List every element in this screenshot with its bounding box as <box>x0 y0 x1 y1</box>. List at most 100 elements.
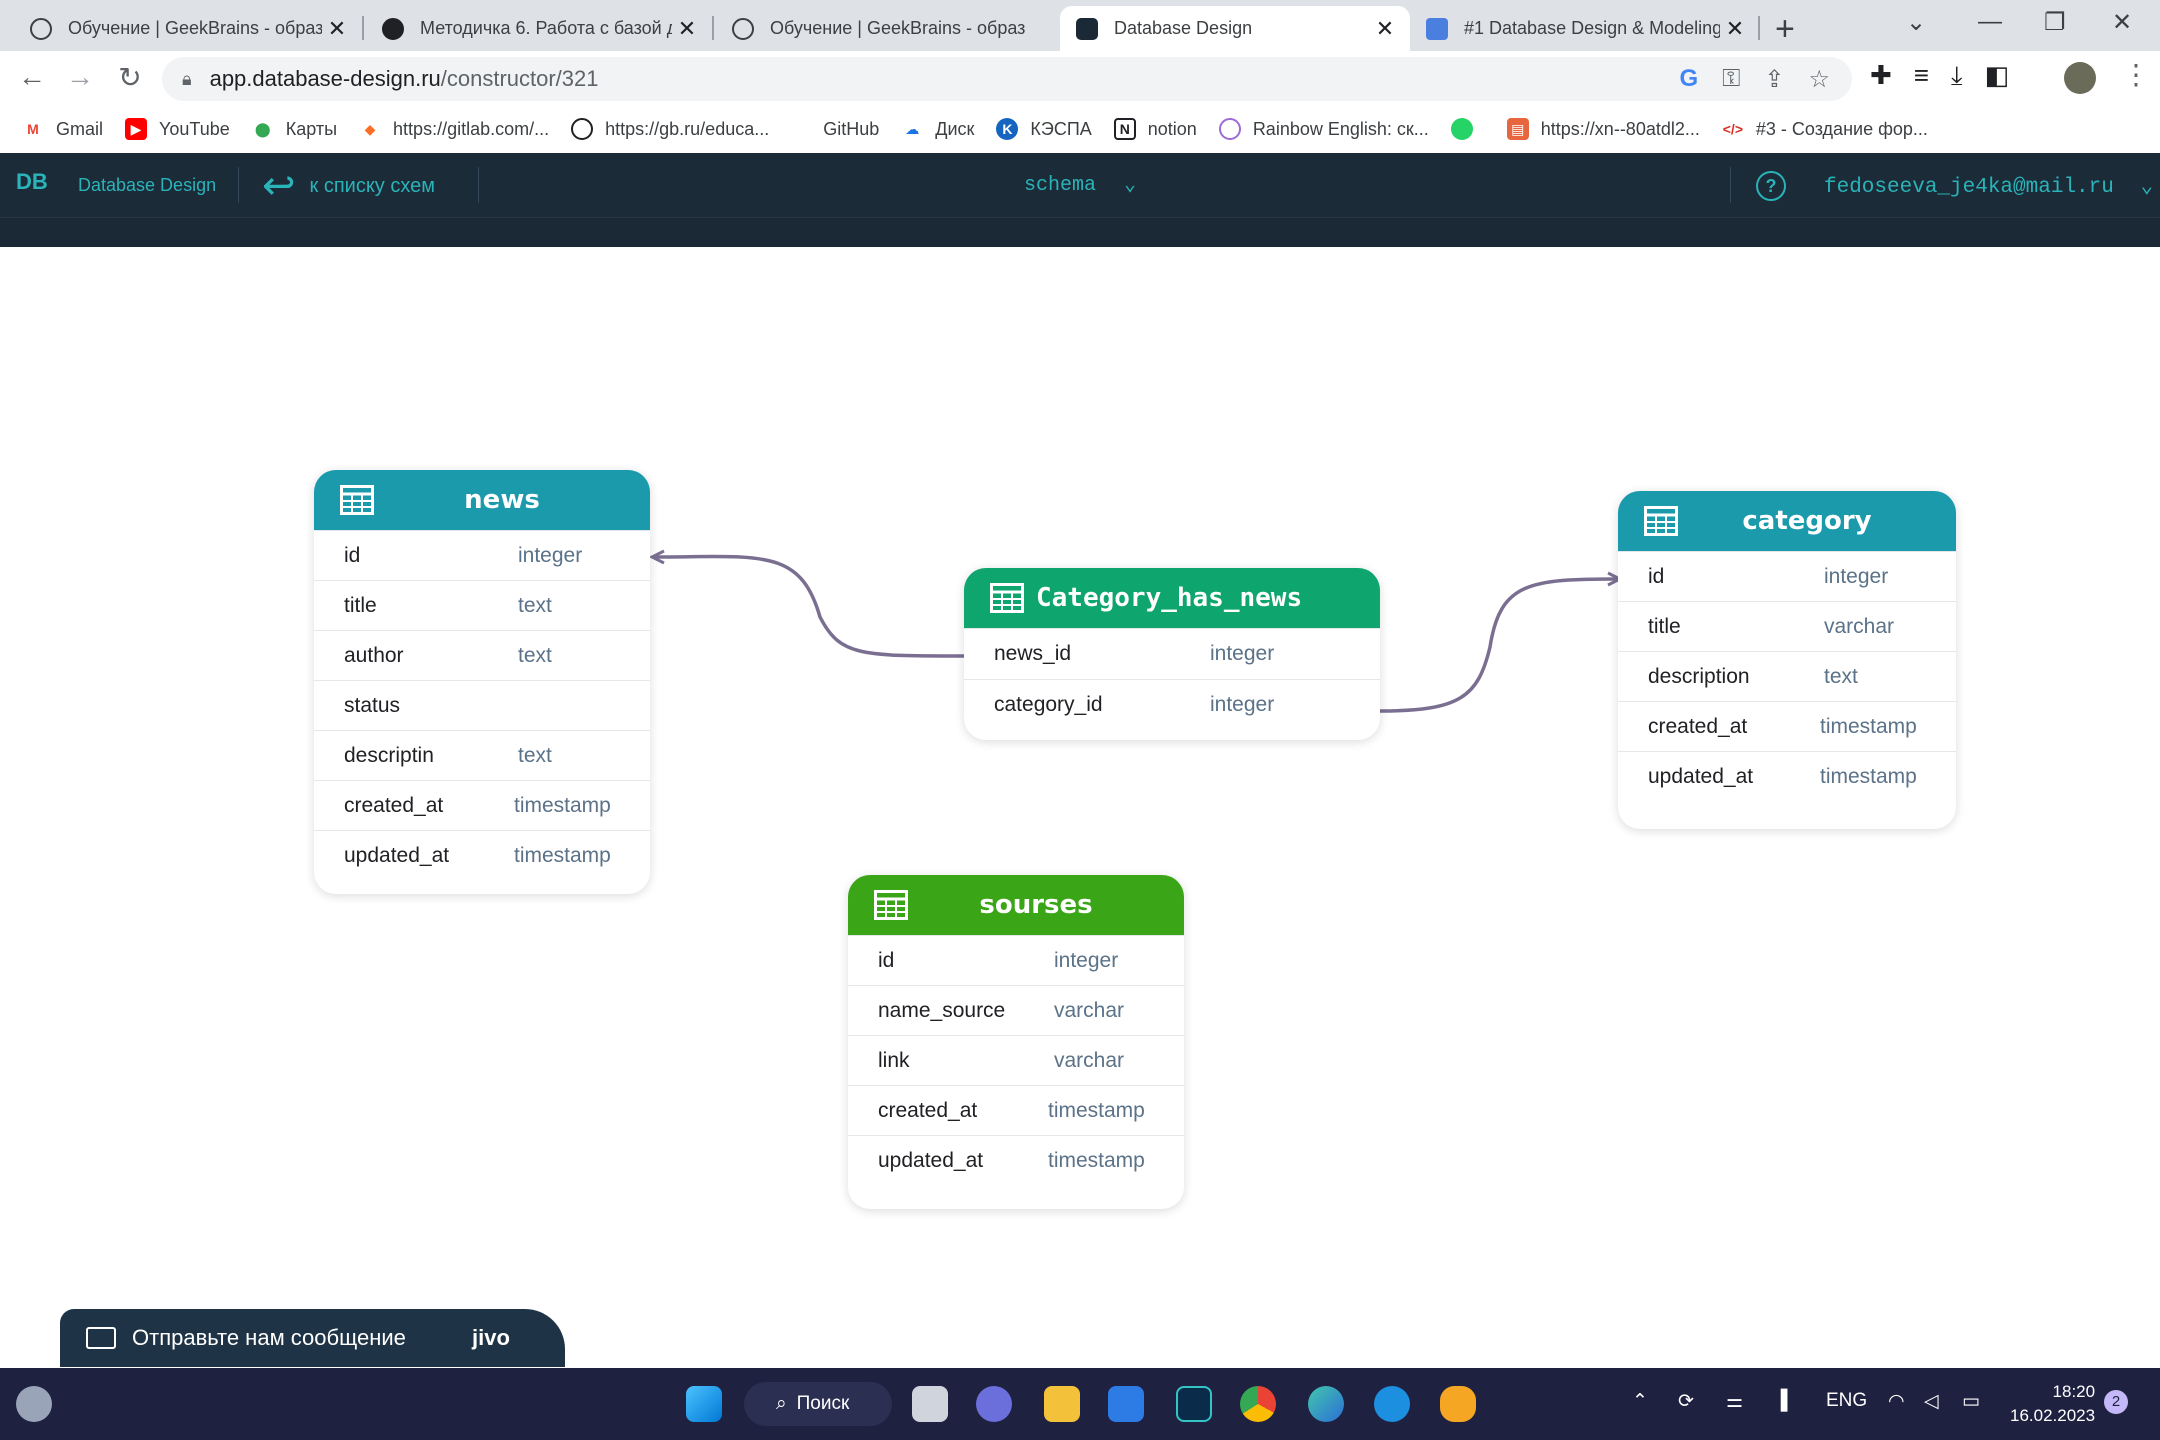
taskbar-search[interactable]: ⌕ Поиск <box>744 1382 892 1426</box>
file-explorer-icon[interactable] <box>1044 1386 1080 1422</box>
column-row[interactable]: updated_at timestamp <box>314 830 650 880</box>
column-row[interactable]: news_id integer <box>964 628 1380 679</box>
webstorm-icon[interactable] <box>1176 1386 1212 1422</box>
forward-arrow-icon[interactable]: → <box>62 61 98 93</box>
store-icon[interactable] <box>1108 1386 1144 1422</box>
sync-icon[interactable]: ⟳ <box>1678 1390 1694 1413</box>
column-row[interactable]: author text <box>314 630 650 680</box>
table-header[interactable]: sourses <box>848 875 1184 935</box>
media-control-icon[interactable]: ≡ <box>1914 60 1929 92</box>
column-row[interactable]: description text <box>1618 651 1956 701</box>
teams-chat-icon[interactable] <box>976 1386 1012 1422</box>
browser-tab[interactable]: Обучение | GeekBrains - образ ✕ <box>0 6 362 51</box>
tab-search-icon[interactable]: ⌄ <box>1906 8 1926 37</box>
chat-widget[interactable]: Отправьте нам сообщение jivo <box>60 1309 565 1367</box>
bookmark-form[interactable]: </> #3 - Создание фор... <box>1722 118 1928 140</box>
reload-icon[interactable]: ↻ <box>112 61 148 94</box>
schema-canvas[interactable]: news id integer title text author text stat… <box>0 247 2160 1367</box>
google-icon[interactable]: G <box>1679 65 1698 94</box>
column-row[interactable]: updated_at timestamp <box>848 1135 1184 1185</box>
task-view-icon[interactable] <box>912 1386 948 1422</box>
column-row[interactable]: descriptin text <box>314 730 650 780</box>
column-row[interactable]: title text <box>314 580 650 630</box>
column-row[interactable]: name_source varchar <box>848 985 1184 1035</box>
column-row[interactable]: id integer <box>314 530 650 580</box>
back-arrow-icon[interactable]: ← <box>14 61 50 93</box>
bookmark-gb[interactable]: https://gb.ru/educa... <box>571 118 769 140</box>
notification-badge[interactable]: 2 <box>2104 1390 2128 1414</box>
language-indicator[interactable]: ENG <box>1826 1390 1867 1412</box>
column-row[interactable]: status <box>314 680 650 730</box>
column-row[interactable]: created_at timestamp <box>1618 701 1956 751</box>
back-to-schemas-link[interactable]: ↩ к списку схем <box>262 163 435 209</box>
clock[interactable]: 18:20 16.02.2023 <box>2010 1380 2095 1428</box>
close-tab-icon[interactable]: ✕ <box>1370 16 1400 42</box>
close-window-icon[interactable]: ✕ <box>2112 8 2132 37</box>
column-row[interactable]: created_at timestamp <box>848 1085 1184 1135</box>
chart-tray-icon[interactable]: ▐ <box>1774 1390 1787 1412</box>
show-hidden-icons-icon[interactable]: ⌃ <box>1632 1390 1648 1413</box>
app-icon[interactable] <box>1440 1386 1476 1422</box>
bookmark-disk[interactable]: ☁ Диск <box>901 118 974 140</box>
relation-category-link[interactable] <box>1379 579 1618 713</box>
user-menu[interactable]: fedoseeva_je4ka@mail.ru ⌄ <box>1824 173 2153 199</box>
key-icon[interactable]: ⚿ <box>1722 65 1740 94</box>
logo-icon[interactable]: DB <box>16 169 68 197</box>
logo-text[interactable]: Database Design <box>78 175 216 196</box>
weather-icon[interactable] <box>16 1386 52 1422</box>
bookmark-kespa[interactable]: K КЭСПА <box>996 118 1092 140</box>
table-header[interactable]: Category_has_news <box>964 568 1380 628</box>
column-row[interactable]: category_id integer <box>964 679 1380 730</box>
browser-menu-icon[interactable]: ⋮ <box>2122 58 2150 91</box>
table-news[interactable]: news id integer title text author text stat… <box>314 470 650 894</box>
relation-news-link[interactable] <box>654 557 965 658</box>
chrome-icon[interactable] <box>1240 1386 1276 1422</box>
new-tab-button[interactable]: + <box>1775 10 1795 49</box>
docker-icon[interactable] <box>1374 1386 1410 1422</box>
table-header[interactable]: category <box>1618 491 1956 551</box>
close-tab-icon[interactable]: ✕ <box>322 16 352 42</box>
close-tab-icon[interactable]: ✕ <box>672 16 702 42</box>
bookmark-github[interactable]: GitHub <box>823 119 879 140</box>
download-icon[interactable]: ⤓ <box>1951 60 1963 92</box>
edge-preview-icon[interactable] <box>1308 1386 1344 1422</box>
close-tab-icon[interactable]: ✕ <box>1720 16 1750 42</box>
table-sourses[interactable]: sourses id integer name_source varchar lin… <box>848 875 1184 1209</box>
address-bar[interactable]: 🔒︎ app.database-design.ru/constructor/32… <box>162 57 1852 101</box>
column-row[interactable]: updated_at timestamp <box>1618 751 1956 801</box>
bookmark-gmail[interactable]: M Gmail <box>22 118 103 140</box>
restore-icon[interactable]: ❐ <box>2044 8 2066 37</box>
bookmark-rainbow[interactable]: Rainbow English: ск... <box>1218 118 1429 140</box>
share-icon[interactable]: ⇪ <box>1764 65 1784 94</box>
bookmark-xn[interactable]: ▤ https://xn--80atdl2... <box>1506 118 1700 140</box>
column-row[interactable]: id integer <box>848 935 1184 985</box>
volume-icon[interactable]: ◁ <box>1924 1390 1939 1413</box>
table-category-has-news[interactable]: Category_has_news news_id integer categor… <box>964 568 1380 740</box>
column-row[interactable]: link varchar <box>848 1035 1184 1085</box>
battery-icon[interactable]: ▭ <box>1962 1390 1980 1413</box>
wifi-icon[interactable]: ◠ <box>1888 1390 1905 1413</box>
bookmark-notion[interactable]: Nnotion <box>1113 118 1197 140</box>
bookmark-whatsapp[interactable] <box>1450 118 1485 140</box>
table-category[interactable]: category id integer title varchar descript… <box>1618 491 1956 829</box>
browser-tab[interactable]: Методичка 6. Работа с базой д ✕ <box>352 6 712 51</box>
settings-sliders-icon[interactable]: ⚌ <box>1726 1390 1743 1413</box>
extensions-puzzle-icon[interactable]: ✚ <box>1870 60 1892 92</box>
browser-tab[interactable]: #1 Database Design & Modeling ✕ <box>1410 6 1760 51</box>
windows-start-icon[interactable] <box>686 1386 722 1422</box>
browser-tab-active[interactable]: Database Design ✕ <box>1060 6 1410 51</box>
bookmark-youtube[interactable]: ▶ YouTube <box>125 118 230 140</box>
side-panel-icon[interactable]: ◧ <box>1984 60 2009 92</box>
minimize-icon[interactable]: — <box>1978 8 2002 36</box>
url-text[interactable]: app.database-design.ru/constructor/321 <box>210 66 599 92</box>
bookmark-maps[interactable]: ⬤ Карты <box>252 118 337 140</box>
help-icon[interactable]: ? <box>1756 171 1786 201</box>
browser-tab[interactable]: Обучение | GeekBrains - образ <box>702 6 1060 51</box>
profile-avatar[interactable] <box>2064 62 2096 94</box>
column-row[interactable]: id integer <box>1618 551 1956 601</box>
bookmark-star-icon[interactable]: ☆ <box>1808 65 1830 94</box>
bookmark-gitlab[interactable]: ◆ https://gitlab.com/... <box>359 118 549 140</box>
column-row[interactable]: created_at timestamp <box>314 780 650 830</box>
column-row[interactable]: title varchar <box>1618 601 1956 651</box>
table-header[interactable]: news <box>314 470 650 530</box>
